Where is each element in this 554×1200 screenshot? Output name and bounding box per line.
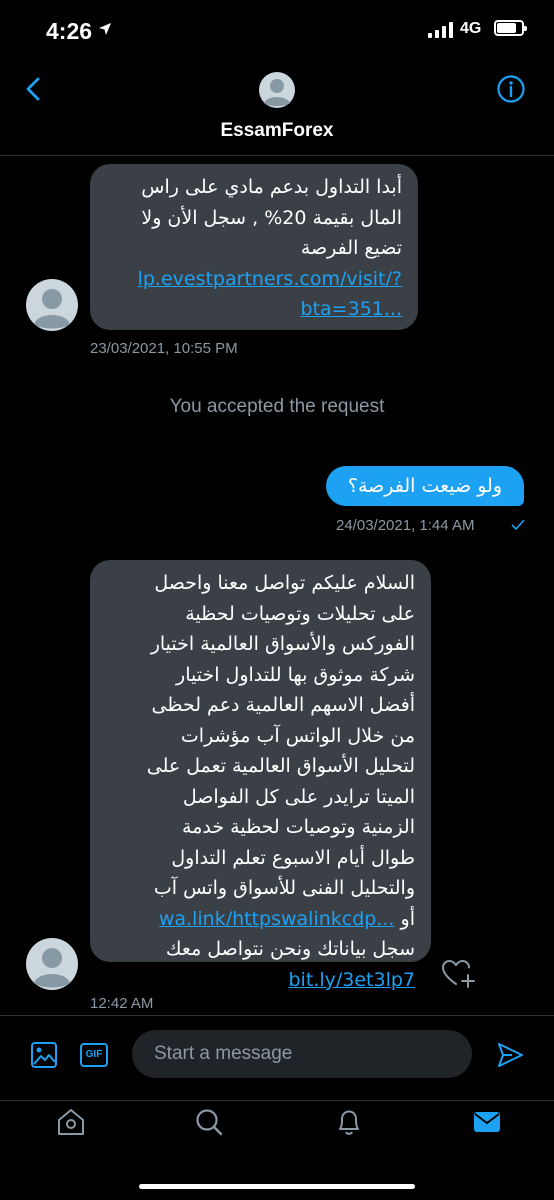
message-link[interactable]: bta=351... [106, 294, 402, 325]
status-bar: 4:26 4G [0, 0, 554, 60]
signal-strength-icon [428, 22, 454, 38]
message-timestamp: 12:42 AM [90, 995, 154, 1012]
battery-level [497, 23, 517, 33]
message-link[interactable]: wa.link/httpswalinkcdp... [159, 908, 395, 930]
message-timestamp: 24/03/2021, 1:44 AM [336, 517, 475, 534]
incoming-message-bubble[interactable]: السلام عليكم تواصل معنا واحصل على تحليلا… [90, 560, 431, 991]
message-text-line: الميتا ترايدر على كل الفواصل [182, 785, 415, 808]
message-text-line: طوال أيام الاسبوع تعلم التداول [171, 846, 415, 869]
message-link[interactable]: bit.ly/3et3lp7 [106, 965, 416, 996]
message-text-line: على تحليلات وتوصيات لحظية [185, 602, 415, 625]
send-icon[interactable] [496, 1041, 524, 1069]
message-composer: GIF [0, 1015, 554, 1099]
sent-check-icon [511, 519, 525, 531]
battery-icon [494, 20, 527, 36]
image-icon[interactable] [30, 1041, 58, 1069]
status-time: 4:26 [46, 18, 93, 44]
message-text-line: والتحليل الفنى للأسواق واتس آب [153, 877, 415, 899]
location-arrow-icon [99, 23, 111, 35]
search-icon[interactable] [194, 1107, 224, 1137]
message-text-line: الفوركس والأسواق العالمية اختيار [150, 633, 415, 655]
sender-avatar[interactable] [26, 279, 78, 331]
messages-envelope-icon[interactable] [472, 1107, 502, 1137]
message-text-fragment: أو [400, 907, 415, 930]
message-text-line: أبدا التداول بدعم مادي على راس [141, 176, 402, 198]
notifications-bell-icon[interactable] [334, 1107, 364, 1137]
network-type: 4G [460, 20, 482, 37]
home-icon[interactable] [56, 1107, 86, 1137]
outgoing-message-bubble[interactable]: ولو ضيعت الفرصة؟ [325, 466, 524, 506]
message-text-line: السلام عليكم تواصل معنا واحصل [154, 572, 415, 594]
message-text-line: المال بقيمة 20% , سجل الأن ولا [141, 206, 402, 229]
contact-avatar[interactable] [259, 72, 295, 108]
contact-name[interactable]: EssamForex [0, 120, 554, 142]
message-text-line: سجل بياناتك ونحن نتواصل معك [165, 938, 415, 960]
message-text-line: من خلال الواتس آب مؤشرات [180, 724, 415, 747]
gif-button[interactable]: GIF [80, 1043, 108, 1067]
home-indicator [139, 1184, 415, 1189]
react-heart-icon[interactable] [442, 958, 476, 990]
sender-avatar[interactable] [26, 938, 78, 990]
conversation-header: EssamForex [0, 60, 554, 156]
request-accepted-notice: You accepted the request [169, 396, 385, 417]
info-icon[interactable] [496, 74, 526, 104]
message-timestamp: 23/03/2021, 10:55 PM [90, 340, 238, 357]
message-link[interactable]: lp.evestpartners.com/visit/? [106, 264, 402, 295]
message-text-line: تضيع الفرصة [300, 237, 402, 259]
incoming-message-bubble[interactable]: أبدا التداول بدعم مادي على راس المال بقي… [90, 164, 418, 330]
message-input[interactable] [132, 1030, 472, 1078]
message-text-line: لتحليل الأسواق العالمية تعمل على [146, 755, 415, 777]
message-text-line: الزمنية وتوصيات لحظية خدمة [182, 816, 415, 838]
message-text-line: شركة موثوق بها للتداول اختيار [176, 663, 415, 686]
message-text-line: أفضل الاسهم العالمية دعم لحظى [151, 694, 415, 716]
back-arrow-icon[interactable] [18, 74, 48, 104]
